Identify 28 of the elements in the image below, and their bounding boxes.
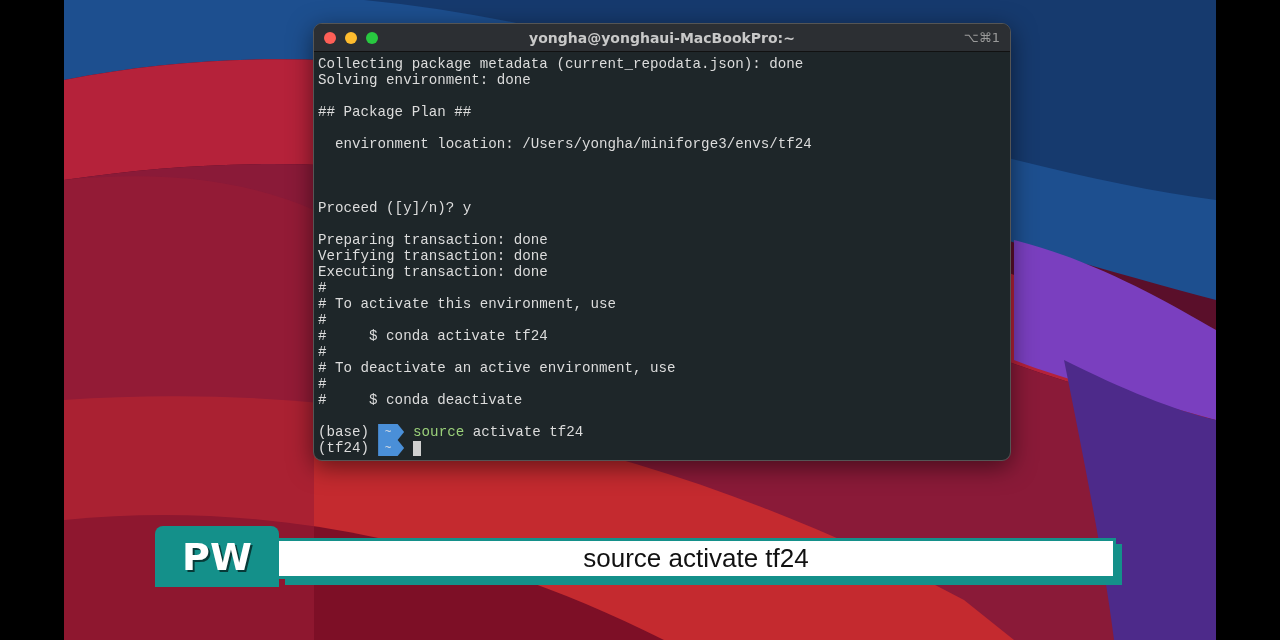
terminal-line: Preparing transaction: done bbox=[318, 232, 549, 248]
window-title: yongha@yonghaui-MacBookPro:~ bbox=[529, 29, 795, 46]
terminal-line: environment location: /Users/yongha/miniforge3/envs/tf24 bbox=[334, 136, 813, 152]
terminal-line: # To activate this environment, use bbox=[318, 296, 617, 312]
terminal-line: # bbox=[318, 376, 328, 392]
terminal-line: Solving environment: done bbox=[318, 72, 532, 88]
logo: PW bbox=[155, 526, 279, 587]
terminal-line: # $ conda activate tf24 bbox=[318, 328, 549, 344]
prompt-badge: ~ bbox=[378, 440, 405, 456]
env-label: (tf24) bbox=[318, 440, 370, 456]
command-args: activate tf24 bbox=[472, 424, 584, 440]
terminal-line: Proceed ([y]/n)? y bbox=[318, 200, 473, 216]
terminal-line: # $ conda deactivate bbox=[318, 392, 524, 408]
terminal-line: Executing transaction: done bbox=[318, 264, 549, 280]
minimize-button[interactable] bbox=[345, 31, 357, 44]
close-button[interactable] bbox=[324, 31, 336, 44]
prompt-badge: ~ bbox=[378, 424, 405, 440]
env-label: (base) bbox=[318, 424, 370, 440]
terminal-line: # bbox=[318, 312, 328, 328]
terminal-line: Collecting package metadata (current_repodata.json): done bbox=[318, 56, 805, 72]
terminal-line: # To deactivate an active environment, use bbox=[318, 360, 677, 376]
terminal-line: # bbox=[318, 280, 328, 296]
shortcut-label: ⌥⌘1 bbox=[963, 30, 1000, 45]
terminal-line: ## Package Plan ## bbox=[318, 104, 473, 120]
command-text: source bbox=[413, 424, 465, 440]
terminal-line: # bbox=[318, 344, 328, 360]
zoom-button[interactable] bbox=[366, 31, 378, 44]
terminal-line: Verifying transaction: done bbox=[318, 248, 549, 264]
